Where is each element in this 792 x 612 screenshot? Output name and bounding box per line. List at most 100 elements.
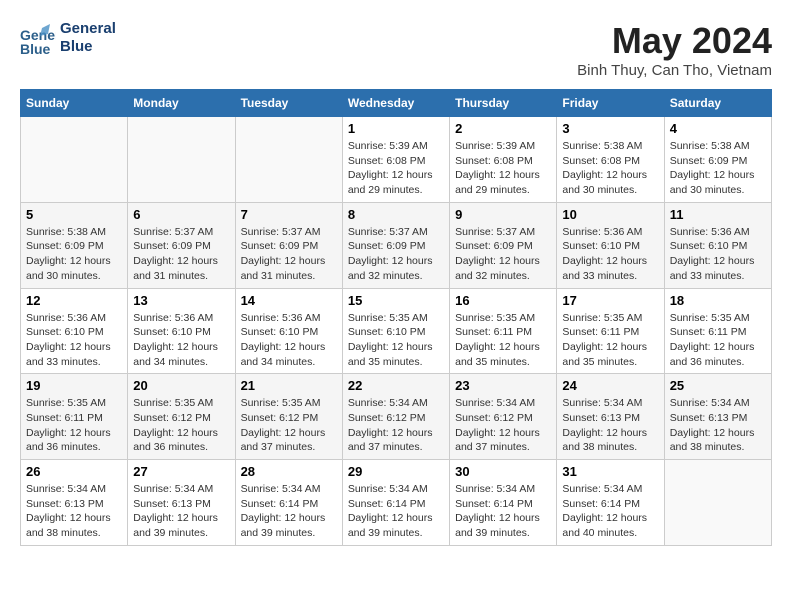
day-number: 15 bbox=[348, 293, 444, 308]
day-info: Sunrise: 5:34 AMSunset: 6:14 PMDaylight:… bbox=[455, 482, 551, 541]
calendar-cell: 31 Sunrise: 5:34 AMSunset: 6:14 PMDayligh… bbox=[557, 460, 664, 546]
calendar-cell bbox=[128, 117, 235, 203]
calendar-cell bbox=[21, 117, 128, 203]
day-info: Sunrise: 5:34 AMSunset: 6:13 PMDaylight:… bbox=[133, 482, 229, 541]
location-subtitle: Binh Thuy, Can Tho, Vietnam bbox=[577, 62, 772, 79]
calendar-cell: 19Sunrise: 5:35 AMSunset: 6:11 PMDayligh… bbox=[21, 374, 128, 460]
day-number: 31 bbox=[562, 464, 658, 479]
month-title: May 2024 bbox=[577, 20, 772, 62]
title-block: May 2024 Binh Thuy, Can Tho, Vietnam bbox=[577, 20, 772, 79]
calendar-cell: 12Sunrise: 5:36 AMSunset: 6:10 PMDayligh… bbox=[21, 288, 128, 374]
day-number: 28 bbox=[241, 464, 337, 479]
day-info: Sunrise: 5:36 AMSunset: 6:10 PMDaylight:… bbox=[670, 225, 766, 284]
day-number: 18 bbox=[670, 293, 766, 308]
calendar-cell bbox=[235, 117, 342, 203]
calendar-cell: 13 Sunrise: 5:36 AMSunset: 6:10 PMDayligh… bbox=[128, 288, 235, 374]
calendar-cell: 2 Sunrise: 5:39 AMSunset: 6:08 PMDaylight… bbox=[450, 117, 557, 203]
calendar-cell: 9 Sunrise: 5:37 AMSunset: 6:09 PMDaylight… bbox=[450, 202, 557, 288]
calendar-cell bbox=[664, 460, 771, 546]
day-number: 20 bbox=[133, 378, 229, 393]
day-number: 9 bbox=[455, 207, 551, 222]
day-number: 21 bbox=[241, 378, 337, 393]
day-info: Sunrise: 5:34 AMSunset: 6:13 PMDaylight:… bbox=[670, 396, 766, 455]
calendar-cell: 21 Sunrise: 5:35 AMSunset: 6:12 PMDayligh… bbox=[235, 374, 342, 460]
calendar-cell: 25 Sunrise: 5:34 AMSunset: 6:13 PMDayligh… bbox=[664, 374, 771, 460]
day-info: Sunrise: 5:38 AMSunset: 6:09 PMDaylight:… bbox=[26, 225, 122, 284]
day-info: Sunrise: 5:37 AMSunset: 6:09 PMDaylight:… bbox=[133, 225, 229, 284]
day-info: Sunrise: 5:38 AMSunset: 6:09 PMDaylight:… bbox=[670, 139, 766, 198]
calendar-cell: 28Sunrise: 5:34 AMSunset: 6:14 PMDayligh… bbox=[235, 460, 342, 546]
week-row-2: 5 Sunrise: 5:38 AMSunset: 6:09 PMDaylight… bbox=[21, 202, 772, 288]
calendar-cell: 6 Sunrise: 5:37 AMSunset: 6:09 PMDaylight… bbox=[128, 202, 235, 288]
day-number: 5 bbox=[26, 207, 122, 222]
day-info: Sunrise: 5:36 AMSunset: 6:10 PMDaylight:… bbox=[562, 225, 658, 284]
day-info: Sunrise: 5:35 AMSunset: 6:11 PMDaylight:… bbox=[562, 311, 658, 370]
calendar-cell: 30 Sunrise: 5:34 AMSunset: 6:14 PMDayligh… bbox=[450, 460, 557, 546]
day-info: Sunrise: 5:37 AMSunset: 6:09 PMDaylight:… bbox=[241, 225, 337, 284]
page-header: General Blue General Blue May 2024 Binh … bbox=[20, 20, 772, 79]
logo-text: General Blue bbox=[60, 20, 116, 56]
week-row-5: 26Sunrise: 5:34 AMSunset: 6:13 PMDayligh… bbox=[21, 460, 772, 546]
week-row-4: 19Sunrise: 5:35 AMSunset: 6:11 PMDayligh… bbox=[21, 374, 772, 460]
calendar-cell: 23Sunrise: 5:34 AMSunset: 6:12 PMDayligh… bbox=[450, 374, 557, 460]
day-info: Sunrise: 5:35 AMSunset: 6:12 PMDaylight:… bbox=[241, 396, 337, 455]
calendar-cell: 20 Sunrise: 5:35 AMSunset: 6:12 PMDayligh… bbox=[128, 374, 235, 460]
day-number: 17 bbox=[562, 293, 658, 308]
day-number: 6 bbox=[133, 207, 229, 222]
day-number: 25 bbox=[670, 378, 766, 393]
calendar-header: SundayMondayTuesdayWednesdayThursdayFrid… bbox=[21, 90, 772, 117]
calendar-cell: 29Sunrise: 5:34 AMSunset: 6:14 PMDayligh… bbox=[342, 460, 449, 546]
header-row: SundayMondayTuesdayWednesdayThursdayFrid… bbox=[21, 90, 772, 117]
day-header-tuesday: Tuesday bbox=[235, 90, 342, 117]
day-header-saturday: Saturday bbox=[664, 90, 771, 117]
day-number: 7 bbox=[241, 207, 337, 222]
day-number: 12 bbox=[26, 293, 122, 308]
calendar-cell: 15Sunrise: 5:35 AMSunset: 6:10 PMDayligh… bbox=[342, 288, 449, 374]
day-info: Sunrise: 5:35 AMSunset: 6:12 PMDaylight:… bbox=[133, 396, 229, 455]
day-info: Sunrise: 5:34 AMSunset: 6:14 PMDaylight:… bbox=[562, 482, 658, 541]
calendar-cell: 1Sunrise: 5:39 AMSunset: 6:08 PMDaylight… bbox=[342, 117, 449, 203]
day-info: Sunrise: 5:39 AMSunset: 6:08 PMDaylight:… bbox=[348, 139, 444, 198]
calendar-cell: 18 Sunrise: 5:35 AMSunset: 6:11 PMDayligh… bbox=[664, 288, 771, 374]
day-info: Sunrise: 5:34 AMSunset: 6:13 PMDaylight:… bbox=[26, 482, 122, 541]
calendar-cell: 24Sunrise: 5:34 AMSunset: 6:13 PMDayligh… bbox=[557, 374, 664, 460]
calendar-cell: 16 Sunrise: 5:35 AMSunset: 6:11 PMDayligh… bbox=[450, 288, 557, 374]
calendar-cell: 17 Sunrise: 5:35 AMSunset: 6:11 PMDayligh… bbox=[557, 288, 664, 374]
day-info: Sunrise: 5:35 AMSunset: 6:11 PMDaylight:… bbox=[455, 311, 551, 370]
week-row-1: 1Sunrise: 5:39 AMSunset: 6:08 PMDaylight… bbox=[21, 117, 772, 203]
calendar-cell: 4 Sunrise: 5:38 AMSunset: 6:09 PMDaylight… bbox=[664, 117, 771, 203]
calendar-cell: 14Sunrise: 5:36 AMSunset: 6:10 PMDayligh… bbox=[235, 288, 342, 374]
calendar-cell: 5 Sunrise: 5:38 AMSunset: 6:09 PMDaylight… bbox=[21, 202, 128, 288]
calendar-cell: 26Sunrise: 5:34 AMSunset: 6:13 PMDayligh… bbox=[21, 460, 128, 546]
calendar-cell: 22Sunrise: 5:34 AMSunset: 6:12 PMDayligh… bbox=[342, 374, 449, 460]
day-number: 29 bbox=[348, 464, 444, 479]
day-info: Sunrise: 5:36 AMSunset: 6:10 PMDaylight:… bbox=[133, 311, 229, 370]
day-number: 2 bbox=[455, 121, 551, 136]
calendar-cell: 8 Sunrise: 5:37 AMSunset: 6:09 PMDaylight… bbox=[342, 202, 449, 288]
day-info: Sunrise: 5:37 AMSunset: 6:09 PMDaylight:… bbox=[348, 225, 444, 284]
day-header-thursday: Thursday bbox=[450, 90, 557, 117]
logo-icon: General Blue bbox=[20, 20, 56, 56]
calendar-cell: 3Sunrise: 5:38 AMSunset: 6:08 PMDaylight… bbox=[557, 117, 664, 203]
day-info: Sunrise: 5:35 AMSunset: 6:11 PMDaylight:… bbox=[670, 311, 766, 370]
svg-text:Blue: Blue bbox=[20, 41, 51, 56]
day-number: 22 bbox=[348, 378, 444, 393]
day-info: Sunrise: 5:37 AMSunset: 6:09 PMDaylight:… bbox=[455, 225, 551, 284]
day-number: 4 bbox=[670, 121, 766, 136]
calendar-table: SundayMondayTuesdayWednesdayThursdayFrid… bbox=[20, 89, 772, 546]
day-number: 24 bbox=[562, 378, 658, 393]
day-number: 8 bbox=[348, 207, 444, 222]
calendar-cell: 7 Sunrise: 5:37 AMSunset: 6:09 PMDaylight… bbox=[235, 202, 342, 288]
day-header-sunday: Sunday bbox=[21, 90, 128, 117]
day-number: 16 bbox=[455, 293, 551, 308]
day-number: 19 bbox=[26, 378, 122, 393]
calendar-cell: 11Sunrise: 5:36 AMSunset: 6:10 PMDayligh… bbox=[664, 202, 771, 288]
calendar-body: 1Sunrise: 5:39 AMSunset: 6:08 PMDaylight… bbox=[21, 117, 772, 546]
day-number: 23 bbox=[455, 378, 551, 393]
day-header-friday: Friday bbox=[557, 90, 664, 117]
day-number: 13 bbox=[133, 293, 229, 308]
day-header-wednesday: Wednesday bbox=[342, 90, 449, 117]
day-number: 30 bbox=[455, 464, 551, 479]
day-info: Sunrise: 5:39 AMSunset: 6:08 PMDaylight:… bbox=[455, 139, 551, 198]
logo: General Blue General Blue bbox=[20, 20, 116, 56]
